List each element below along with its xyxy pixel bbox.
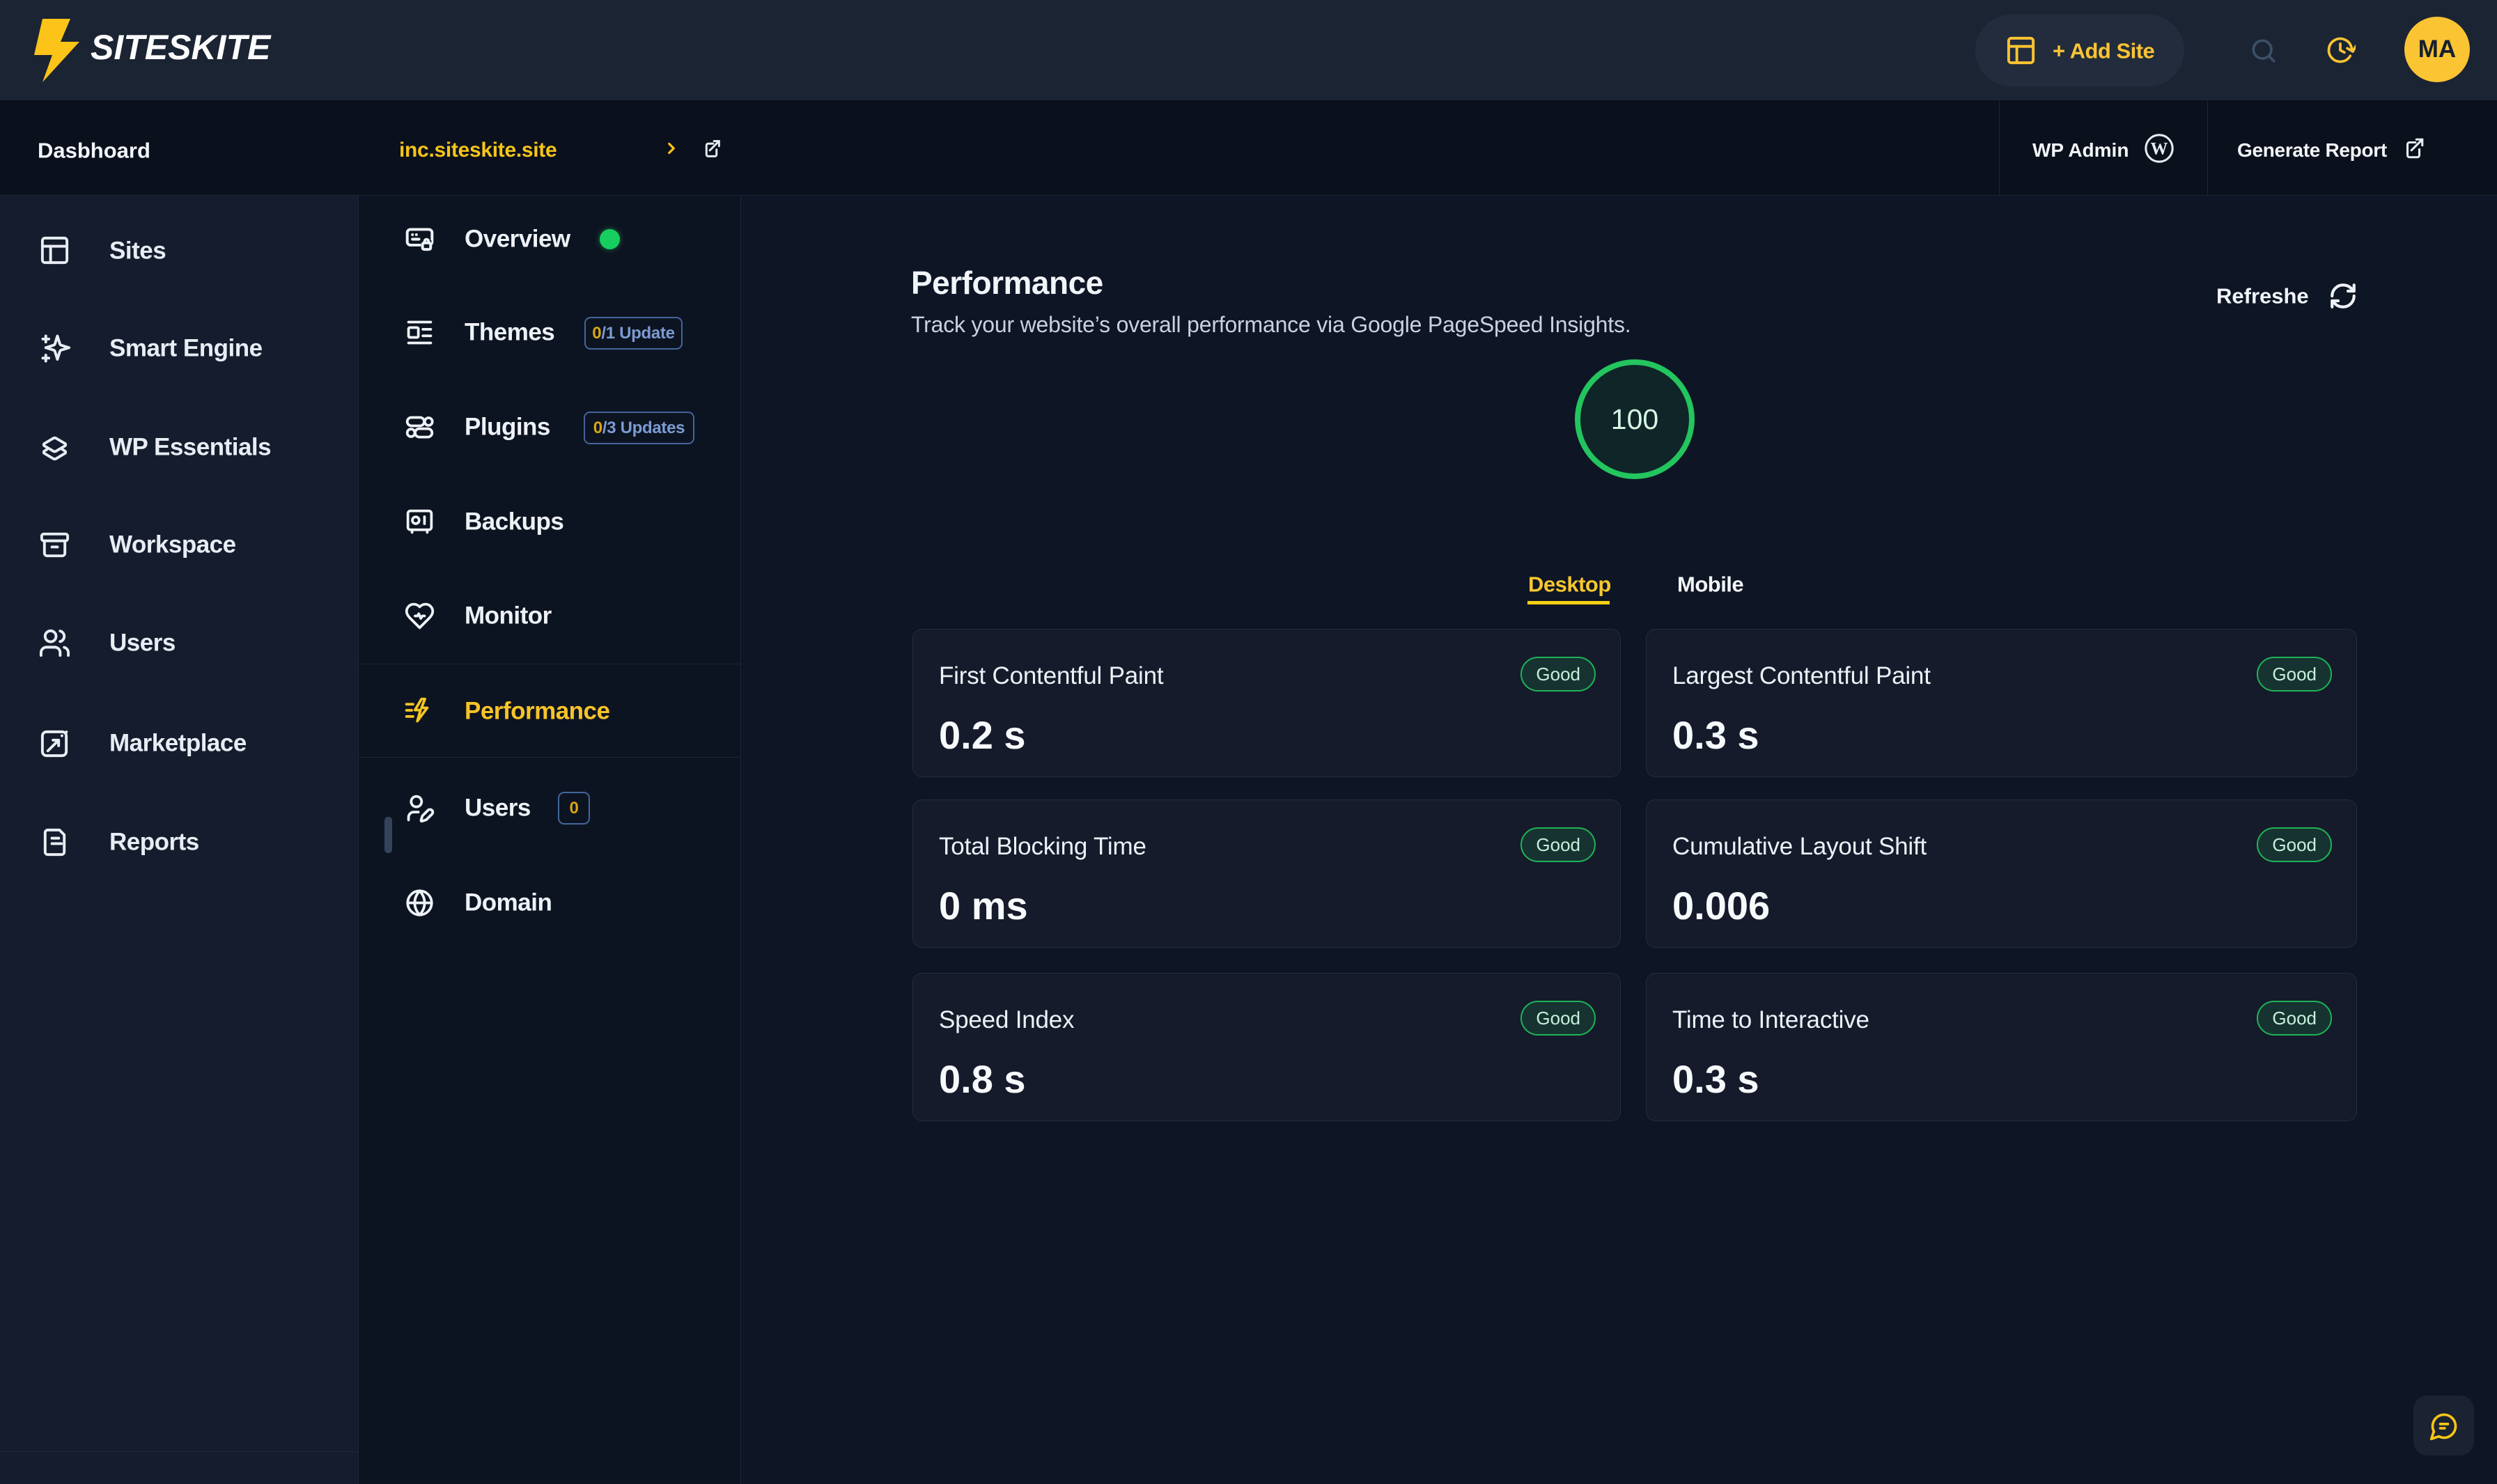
svg-text:W: W bbox=[2151, 140, 2168, 159]
